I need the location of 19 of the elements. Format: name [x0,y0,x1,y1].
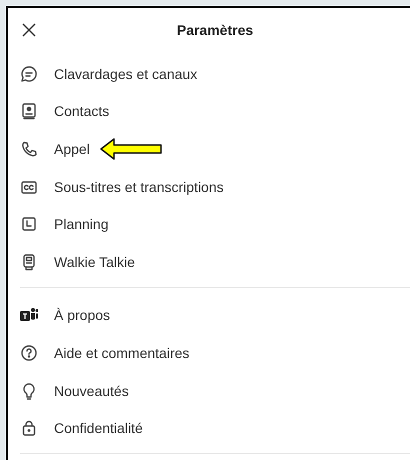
menu-item[interactable]: Clavardages et canaux [54,66,198,82]
lock-icon [20,419,38,438]
menu-item[interactable]: À propos [54,307,110,324]
menu-item[interactable]: Appel [54,140,90,157]
close-button[interactable] [20,21,38,39]
menu-item[interactable]: Contacts [54,103,110,120]
help-icon [20,344,38,362]
page-title: Paramètres [176,22,254,38]
menu-item[interactable]: Confidentialité [54,420,143,436]
close-icon [22,23,36,37]
menu-item[interactable]: Planning [54,216,108,232]
menu-item[interactable]: Nouveautés [54,382,129,399]
contact-card-icon [20,102,38,120]
calendar-icon [20,215,38,234]
chat-bubble-icon [20,64,38,83]
menu-item[interactable]: Aide et commentaires [54,344,190,361]
phone-icon [20,140,38,158]
menu-item[interactable]: Walkie Talkie [54,254,135,270]
menu-item[interactable]: Sous-titres et transcriptions [54,178,224,195]
